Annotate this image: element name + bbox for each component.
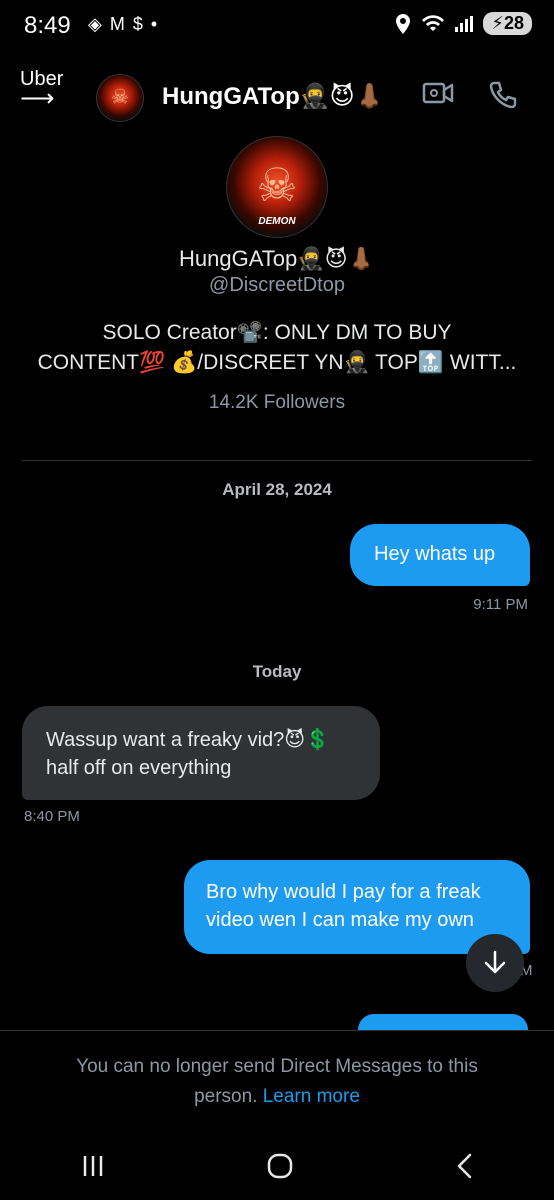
bio-line: SOLO Creator📽️: ONLY DM TO BUY (102, 321, 452, 344)
learn-more-link[interactable]: Learn more (263, 1086, 360, 1107)
profile-avatar[interactable]: ☠ DEMON (226, 136, 328, 238)
bio-line: CONTENT💯 💰/DISCREET YN🥷 TOP🔝 WITT... (37, 351, 517, 374)
dm-disabled-notice: You can no longer send Direct Messages t… (0, 1052, 554, 1112)
video-call-icon[interactable] (422, 80, 454, 106)
message-text: video wen I can make my own (206, 909, 474, 931)
battery-level: 28 (503, 13, 524, 33)
notice-text: You can no longer send Direct Messages t… (76, 1056, 478, 1077)
header-username[interactable]: HungGATop🥷😈👃🏾 (162, 82, 385, 111)
signal-icon (455, 15, 474, 32)
battery-indicator: ⚡28 (483, 12, 532, 35)
home-icon[interactable] (267, 1153, 293, 1179)
wifi-icon (422, 14, 445, 31)
message-text: half off on everything (46, 757, 232, 779)
location-icon (396, 13, 411, 34)
back-to-uber-button[interactable]: Uber ⟶ (20, 69, 63, 112)
skull-icon: ☠ (111, 86, 129, 109)
message-text: Hey whats up (374, 543, 496, 565)
message-bubble-outgoing-partial[interactable] (358, 1014, 528, 1030)
profile-name: HungGATop🥷😈👃🏾 (179, 246, 375, 271)
profile-handle[interactable]: @DiscreetDtop (0, 274, 554, 297)
status-time: 8:49 (24, 12, 71, 39)
message-text: Bro why would I pay for a freak (206, 881, 481, 903)
message-timestamp: 9:11 PM (473, 596, 528, 613)
dot-icon: • (150, 14, 158, 34)
avatar-logo-text: DEMON (258, 216, 296, 227)
profile-bio: SOLO Creator📽️: ONLY DM TO BUY CONTENT💯 … (30, 318, 524, 378)
arrow-down-icon (484, 950, 506, 974)
date-separator: Today (252, 662, 302, 681)
phone-call-icon[interactable] (488, 80, 518, 110)
recent-apps-icon[interactable] (81, 1154, 105, 1178)
header-avatar[interactable]: ☠ (96, 74, 144, 122)
notice-text: person. (194, 1086, 258, 1107)
divider (22, 460, 532, 461)
gmail-icon: M (109, 14, 125, 34)
scroll-to-bottom-button[interactable] (466, 934, 524, 992)
header-actions (422, 80, 518, 110)
status-right: ⚡28 (395, 12, 532, 35)
followers-count[interactable]: 14.2K Followers (0, 392, 554, 414)
date-separator: April 28, 2024 (222, 480, 332, 499)
skull-icon: ☠ (256, 159, 298, 211)
back-icon[interactable] (455, 1153, 473, 1179)
back-arrow-icon: ⟶ (20, 85, 55, 112)
message-bubble-incoming[interactable]: Wassup want a freaky vid?😈💲 half off on … (22, 706, 380, 800)
divider (0, 1030, 554, 1031)
message-timestamp: 8:40 PM (24, 808, 80, 825)
message-text: Wassup want a freaky vid?😈💲 (46, 729, 331, 751)
message-bubble-outgoing[interactable]: Hey whats up (350, 524, 530, 586)
cashapp-icon: $ (132, 14, 143, 34)
notification-icons: ◈ M $ • (88, 14, 157, 35)
notif-icon: ◈ (88, 14, 102, 34)
android-nav-bar (0, 1140, 554, 1192)
